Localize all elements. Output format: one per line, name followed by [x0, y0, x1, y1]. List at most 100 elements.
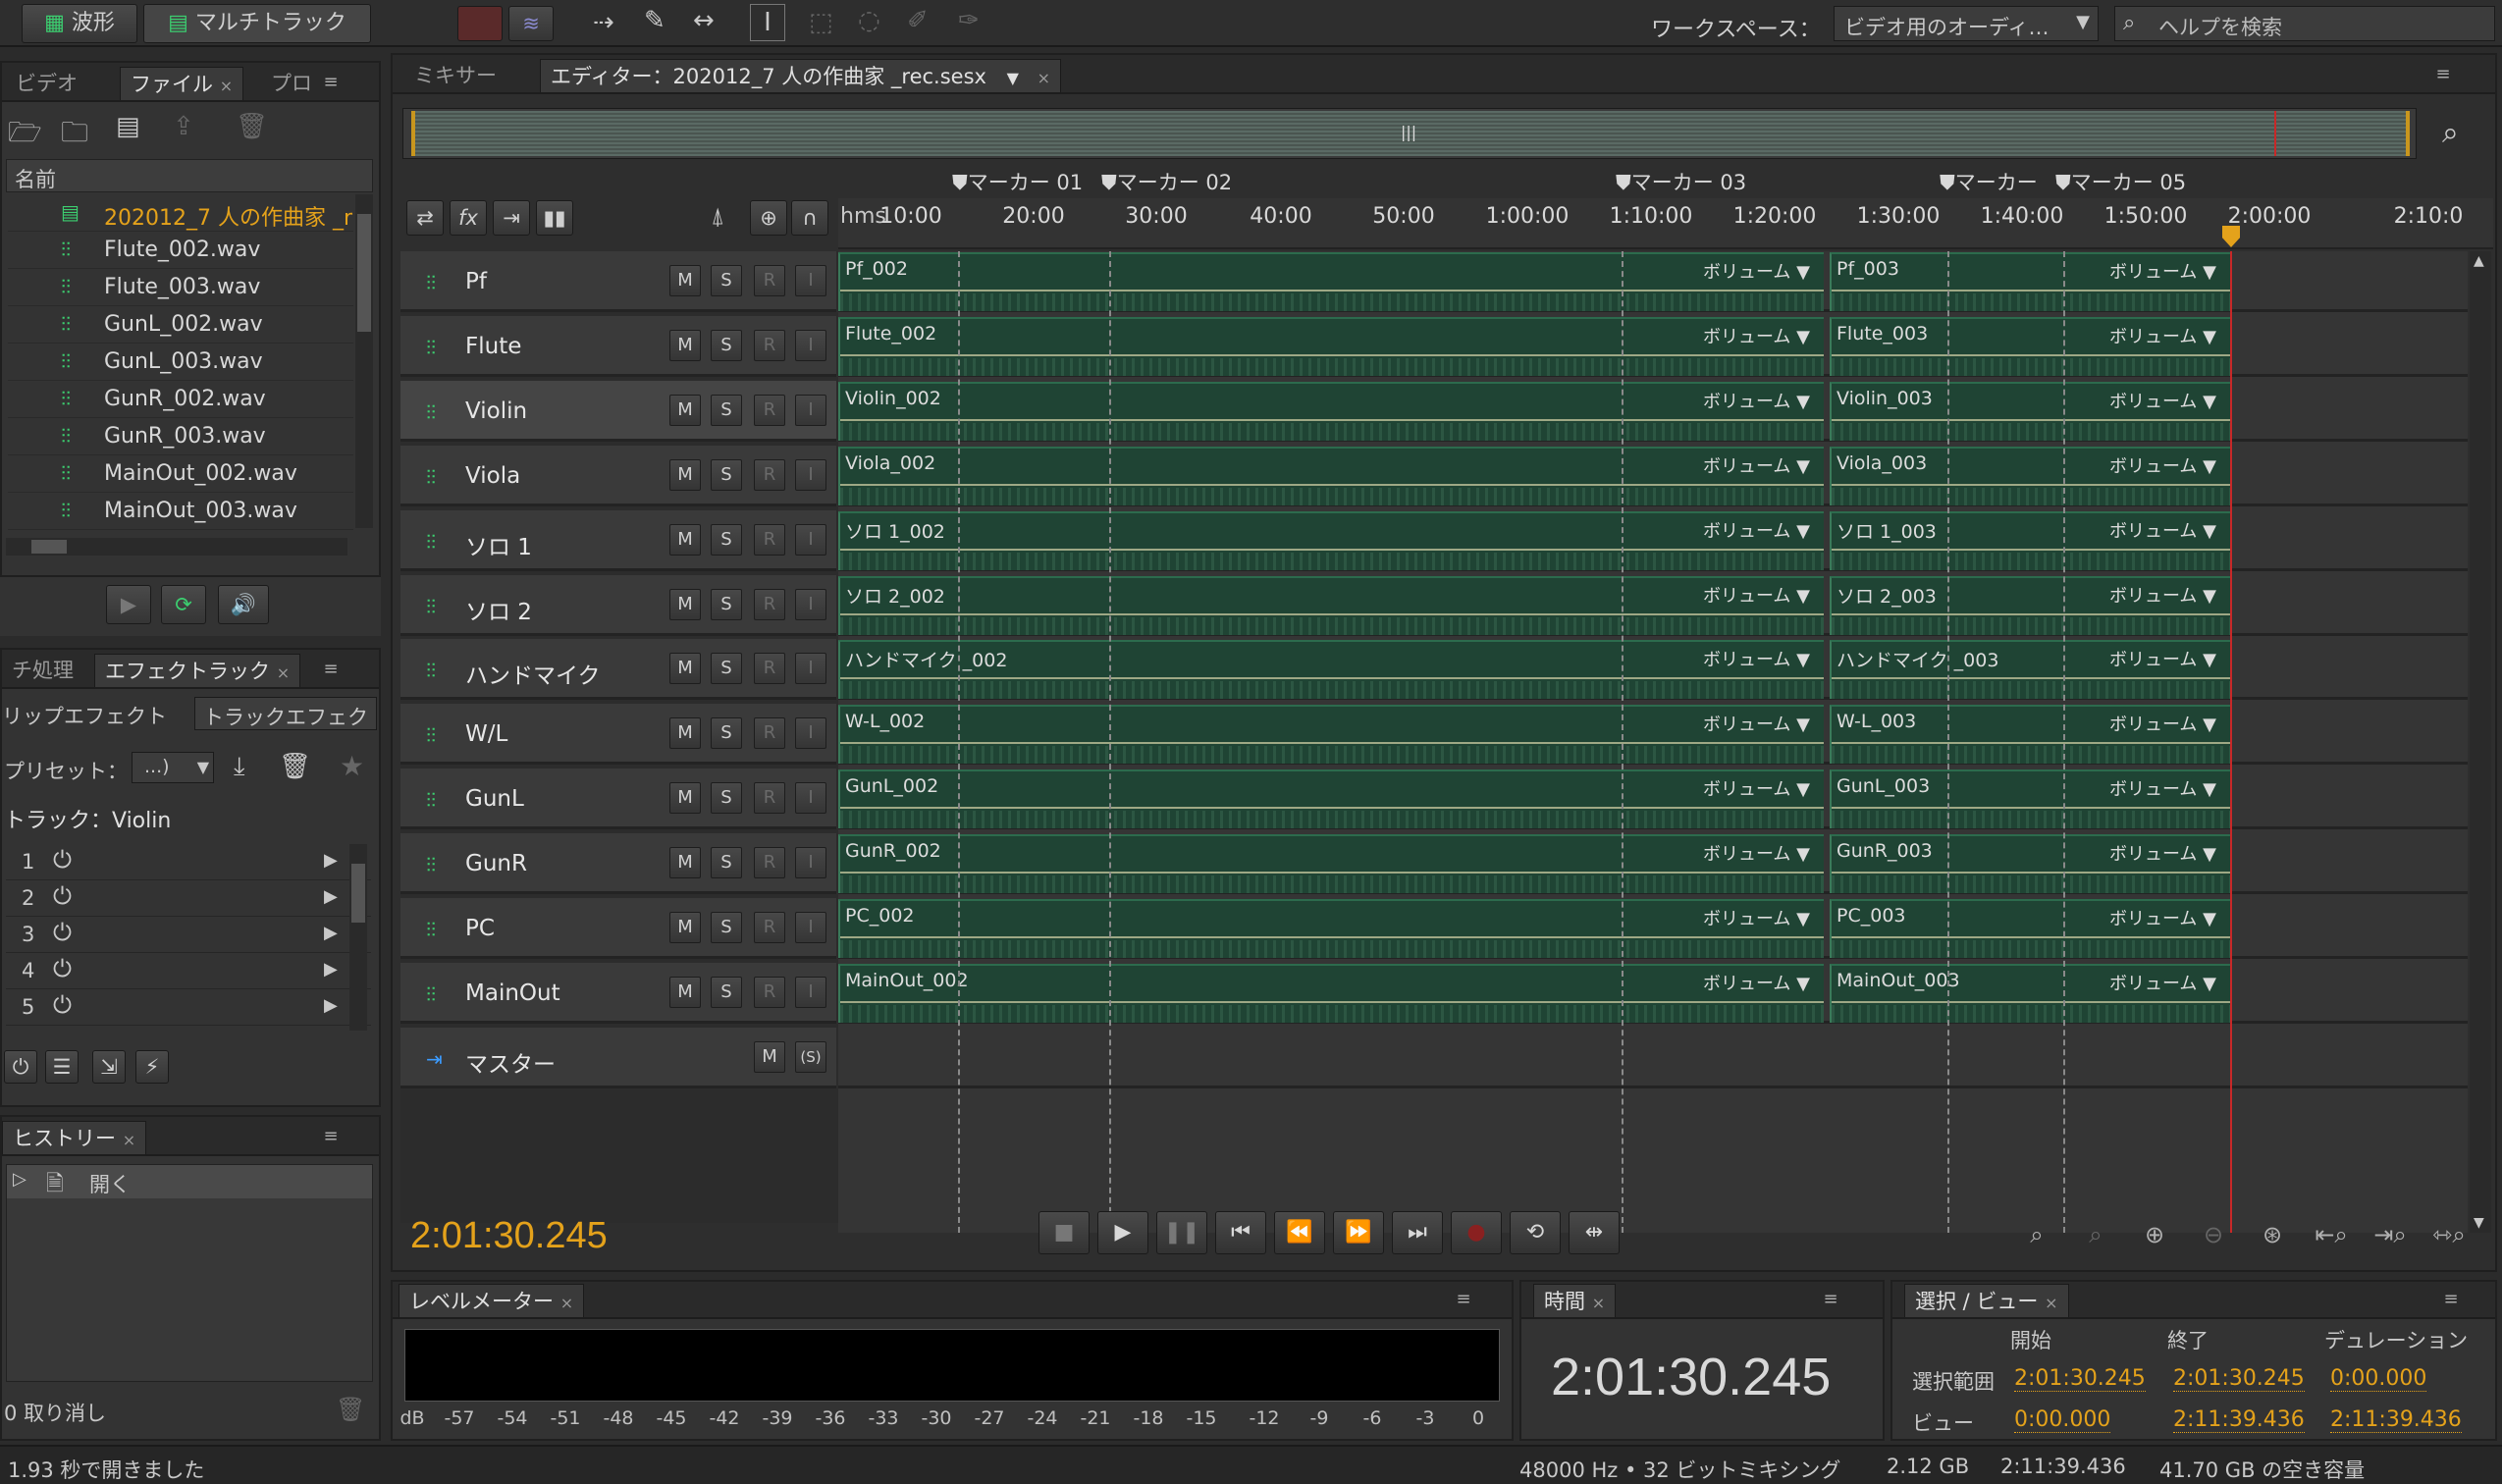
input-monitor-button[interactable]: I	[795, 653, 826, 684]
panel-menu-icon[interactable]: ≡	[1816, 1290, 1845, 1309]
track-header[interactable]: ⫶⫶ ソロ 2 MSRI	[400, 575, 836, 636]
marker-04[interactable]: ⛊マーカー	[1940, 167, 2038, 196]
mute-button[interactable]: M	[669, 977, 701, 1008]
mute-button[interactable]: M	[669, 847, 701, 878]
eq-button[interactable]: ▮▮	[536, 200, 573, 236]
track-header[interactable]: ⫶⫶ Viola M S R I	[400, 446, 836, 506]
audio-clip[interactable]: ハンドマイク _002 ボリューム ▼	[838, 640, 1824, 699]
tab-clip-effects[interactable]: リップエフェクト	[2, 701, 167, 730]
zoom-in-amplitude-icon[interactable]: ⌕	[2014, 1217, 2059, 1252]
input-monitor-button[interactable]: I	[795, 589, 826, 620]
chevron-right-icon[interactable]: ▶	[324, 886, 338, 907]
clip-volume-menu[interactable]: ボリューム ▼	[1703, 388, 1810, 413]
audio-clip[interactable]: W-L_003 ボリューム ▼	[1830, 705, 2230, 764]
sends-button[interactable]: ⇥	[493, 200, 530, 236]
clip-volume-menu[interactable]: ボリューム ▼	[2109, 711, 2216, 736]
mute-button[interactable]: M	[669, 717, 701, 749]
clip-volume-menu[interactable]: ボリューム ▼	[2109, 388, 2216, 413]
tab-project[interactable]: プロ	[261, 67, 322, 100]
record-arm-button[interactable]: R	[754, 265, 785, 296]
playhead-line[interactable]	[2230, 251, 2232, 1233]
record-arm-button[interactable]: R	[754, 395, 785, 426]
apply-effect-button[interactable]: ⚡	[135, 1050, 169, 1084]
mute-button[interactable]: M	[669, 912, 701, 943]
audio-clip[interactable]: PC_002 ボリューム ▼	[838, 899, 1824, 958]
file-row[interactable]: ⫶⫶ GunR_002.wav	[8, 381, 353, 418]
mute-button[interactable]: M	[669, 589, 701, 620]
rewind-button[interactable]: ⏪	[1274, 1211, 1325, 1254]
file-row[interactable]: ⫶⫶ GunL_003.wav	[8, 344, 353, 381]
solo-button[interactable]: S	[711, 524, 742, 556]
zoom-out-full-icon[interactable]: ⊛	[2250, 1217, 2295, 1252]
clip-volume-menu[interactable]: ボリューム ▼	[1703, 452, 1810, 478]
audio-clip[interactable]: Pf_003 ボリューム ▼	[1830, 252, 2230, 311]
audio-clip[interactable]: MainOut_003 ボリューム ▼	[1830, 964, 2230, 1023]
delete-icon[interactable]: 🗑	[236, 112, 268, 141]
clip-volume-menu[interactable]: ボリューム ▼	[2109, 452, 2216, 478]
record-arm-button[interactable]: R	[754, 717, 785, 749]
mute-button[interactable]: M	[669, 459, 701, 491]
record-arm-button[interactable]: R	[754, 524, 785, 556]
master-track-lane[interactable]	[838, 1028, 2468, 1088]
new-file-icon[interactable]: ▤	[116, 112, 140, 141]
preview-autoplay-button[interactable]: 🔊	[218, 585, 269, 624]
audio-clip[interactable]: Flute_002 ボリューム ▼	[838, 317, 1824, 376]
track-lane[interactable]: Violin_002 ボリューム ▼ Violin_003 ボリューム ▼	[838, 381, 2468, 442]
zoom-out-amplitude-icon[interactable]: ⌕	[2073, 1217, 2118, 1252]
panel-menu-icon[interactable]: ≡	[2436, 1290, 2466, 1309]
record-arm-button[interactable]: R	[754, 459, 785, 491]
track-name[interactable]: W/L	[465, 721, 507, 747]
selection-end-value[interactable]: 2:01:30.245	[2173, 1366, 2305, 1392]
track-name[interactable]: Violin	[465, 398, 527, 424]
track-name[interactable]: MainOut	[465, 980, 560, 1006]
marquee-tool-icon[interactable]: ⬚	[809, 8, 833, 37]
clip-volume-menu[interactable]: ボリューム ▼	[2109, 840, 2216, 866]
clip-volume-menu[interactable]: ボリューム ▼	[1703, 905, 1810, 930]
audio-clip[interactable]: MainOut_002 ボリューム ▼	[838, 964, 1824, 1023]
delete-preset-icon[interactable]: 🗑	[279, 752, 311, 781]
solo-button[interactable]: S	[711, 459, 742, 491]
audio-clip[interactable]: ソロ 2_003 ボリューム ▼	[1830, 576, 2230, 635]
razor-tool-icon[interactable]: ✎	[644, 6, 665, 35]
track-lane[interactable]: GunL_002 ボリューム ▼ GunL_003 ボリューム ▼	[838, 768, 2468, 829]
scroll-thumb[interactable]	[357, 214, 371, 332]
fast-forward-button[interactable]: ⏩	[1333, 1211, 1384, 1254]
overview-grip-icon[interactable]: |||	[1401, 123, 1416, 141]
mute-button[interactable]: M	[669, 653, 701, 684]
play-button[interactable]: ▶	[1097, 1211, 1148, 1254]
clip-volume-menu[interactable]: ボリューム ▼	[1703, 517, 1810, 543]
close-icon[interactable]: ×	[1592, 1294, 1605, 1312]
record-arm-button[interactable]: R	[754, 782, 785, 814]
overview-navigator[interactable]: |||	[402, 108, 2417, 159]
input-monitor-button[interactable]: I	[795, 847, 826, 878]
input-monitor-button[interactable]: I	[795, 717, 826, 749]
record-arm-button[interactable]: R	[754, 847, 785, 878]
track-header[interactable]: ⫶⫶ ハンドマイク M S R I	[400, 639, 836, 700]
panel-menu-icon[interactable]: ≡	[316, 1127, 346, 1146]
clip-volume-menu[interactable]: ボリューム ▼	[2109, 905, 2216, 930]
selection-duration-value[interactable]: 0:00.000	[2330, 1366, 2427, 1392]
record-button[interactable]: ●	[1451, 1211, 1502, 1254]
tab-track-effects[interactable]: トラックエフェク	[194, 697, 377, 730]
solo-button[interactable]: S	[711, 653, 742, 684]
mute-button[interactable]: M	[669, 265, 701, 296]
tab-effects-rack[interactable]: エフェクトラック ×	[94, 654, 301, 687]
close-icon[interactable]: ×	[220, 77, 233, 95]
clip-volume-menu[interactable]: ボリューム ▼	[1703, 711, 1810, 736]
clip-volume-menu[interactable]: ボリューム ▼	[2109, 582, 2216, 608]
history-entry[interactable]: ▷ 🗎 開く	[7, 1165, 372, 1198]
clip-volume-menu[interactable]: ボリューム ▼	[1703, 323, 1810, 348]
input-monitor-button[interactable]: I	[795, 265, 826, 296]
clip-volume-menu[interactable]: ボリューム ▼	[2109, 323, 2216, 348]
audio-clip[interactable]: PC_003 ボリューム ▼	[1830, 899, 2230, 958]
track-header[interactable]: ⫶⫶ W/L M S R I	[400, 704, 836, 765]
track-header[interactable]: ⫶⫶ GunL M S R I	[400, 768, 836, 829]
files-vertical-scrollbar[interactable]	[355, 194, 373, 528]
panel-menu-icon[interactable]: ≡	[1449, 1290, 1478, 1309]
marker-02[interactable]: ⛊マーカー 02	[1101, 167, 1232, 196]
mute-button[interactable]: M	[669, 330, 701, 361]
spectral-pitch-button[interactable]: ≋	[508, 6, 554, 41]
zoom-out-time-icon[interactable]: ⊖	[2191, 1217, 2236, 1252]
track-header[interactable]: ⫶⫶ PC M S R I	[400, 898, 836, 959]
clip-volume-menu[interactable]: ボリューム ▼	[2109, 258, 2216, 284]
